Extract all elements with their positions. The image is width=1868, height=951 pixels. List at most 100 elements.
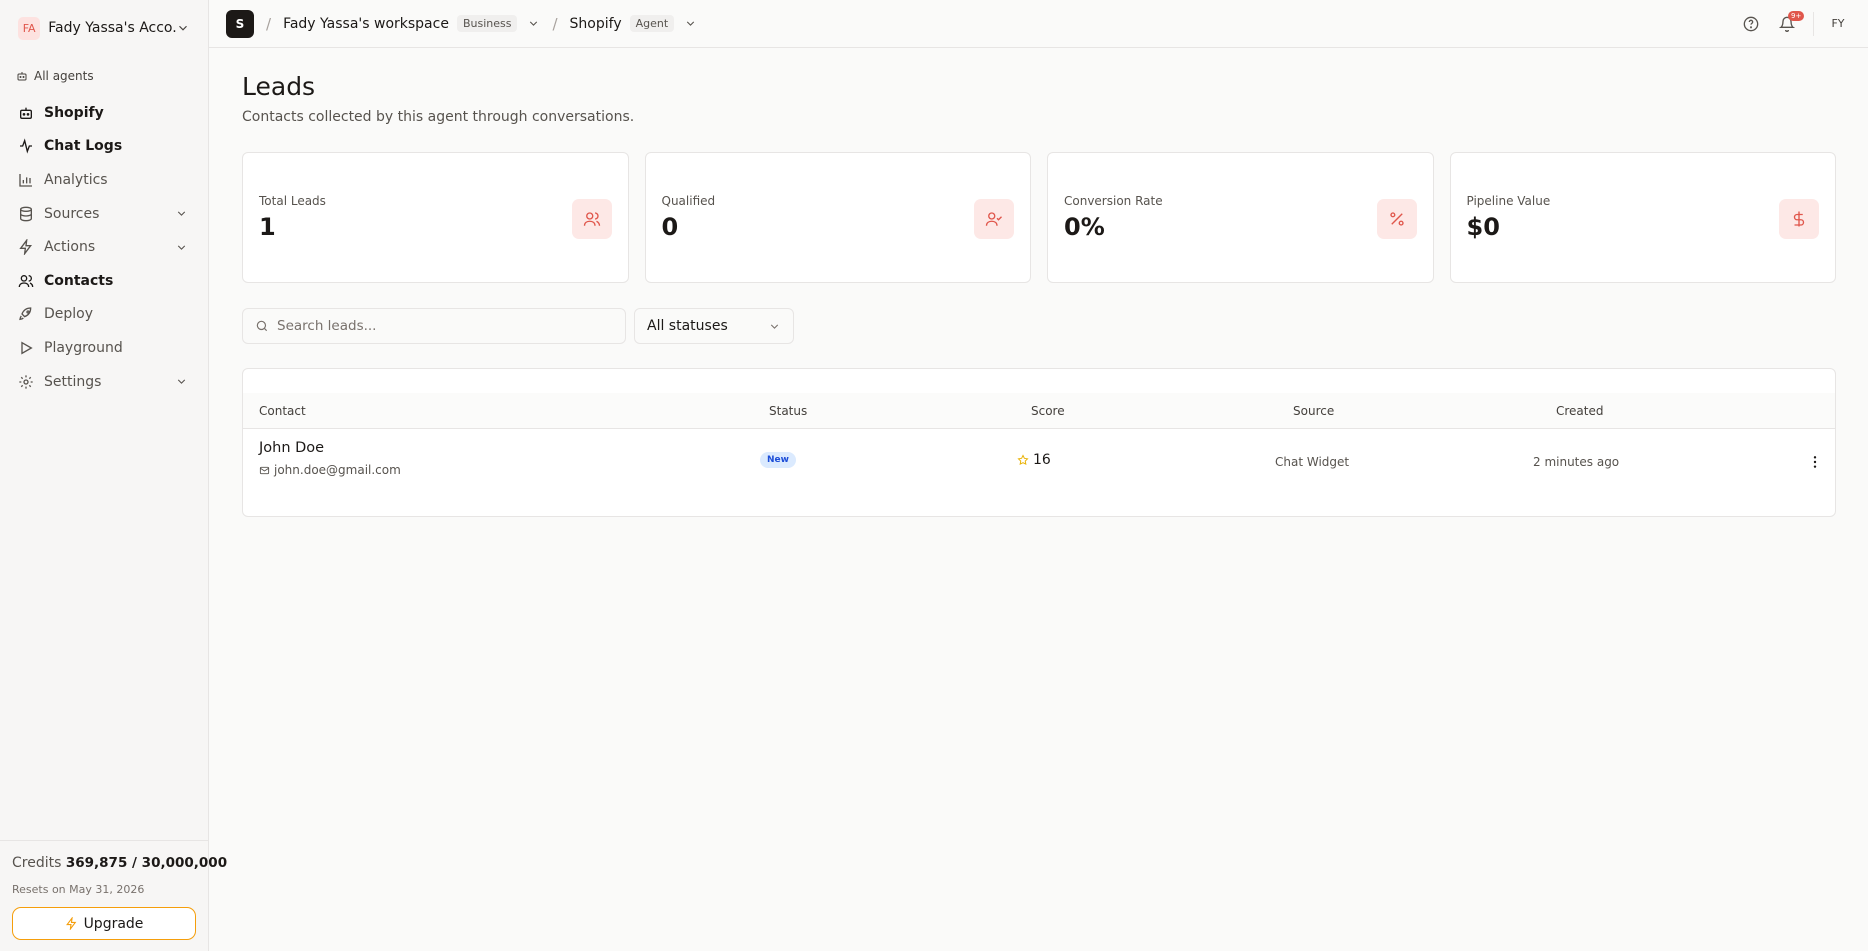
bot-icon (16, 70, 28, 82)
help-button[interactable] (1733, 6, 1769, 42)
chevron-down-icon (768, 320, 781, 333)
zap-icon (18, 239, 34, 256)
row-actions-button[interactable] (1803, 450, 1827, 474)
sidebar-item-label: Actions (44, 239, 96, 256)
user-check-icon (974, 199, 1014, 239)
stat-card-qualified: Qualified 0 (644, 152, 1031, 283)
leads-table: Contact Status Score Source Created John… (242, 368, 1836, 517)
play-icon (18, 340, 34, 356)
stat-label: Pipeline Value (1466, 194, 1551, 208)
stat-value: $0 (1466, 213, 1500, 241)
search-icon (255, 319, 269, 333)
column-header-status[interactable]: Status (769, 404, 807, 418)
users-icon (18, 273, 34, 289)
sidebar-item-actions[interactable]: Actions (0, 230, 208, 264)
breadcrumb-workspace[interactable]: Fady Yassa's workspace (283, 16, 449, 32)
stat-value: 0 (661, 213, 679, 241)
sidebar-nav: Shopify Chat Logs Analytics Sources Acti… (0, 96, 208, 398)
credits-label: Credits (12, 855, 62, 871)
zap-icon (65, 917, 78, 930)
top-bar-actions: 9+ FY (1733, 6, 1868, 42)
contact-email-line: john.doe@gmail.com (259, 463, 401, 477)
bot-icon (18, 105, 34, 121)
activity-icon (18, 138, 34, 154)
chevron-down-icon (175, 241, 188, 254)
column-header-contact[interactable]: Contact (259, 404, 306, 418)
column-header-source[interactable]: Source (1293, 404, 1334, 418)
upgrade-button[interactable]: Upgrade (12, 907, 196, 940)
sidebar-item-label: Chat Logs (44, 138, 123, 155)
credits-line: Credits 369,875 / 30,000,000 (12, 855, 227, 871)
lead-created: 2 minutes ago (1533, 455, 1620, 469)
divider (1813, 11, 1814, 36)
users-icon (571, 199, 612, 239)
sidebar-item-analytics[interactable]: Analytics (0, 163, 208, 197)
account-name: Fady Yassa's Acco... (48, 20, 176, 36)
account-switcher[interactable]: FA Fady Yassa's Acco... (18, 15, 190, 41)
credits-value: 369,875 / 30,000,000 (65, 855, 228, 871)
status-badge: New (760, 452, 796, 468)
status-filter-select[interactable]: All statuses (634, 308, 794, 344)
sidebar-item-label: Shopify (44, 104, 104, 121)
lead-score-value: 16 (1033, 452, 1051, 468)
column-header-created[interactable]: Created (1556, 404, 1604, 418)
upgrade-label: Upgrade (83, 915, 144, 932)
sidebar-item-label: Deploy (44, 306, 94, 323)
credits-panel: Credits 369,875 / 30,000,000 Resets on M… (0, 840, 227, 951)
breadcrumb-separator: / (266, 14, 272, 33)
credits-reset-date: Resets on May 31, 2026 (12, 883, 145, 896)
gear-icon (18, 374, 34, 390)
database-icon (18, 206, 34, 222)
chevron-down-icon[interactable] (684, 17, 697, 30)
workspace-logo[interactable]: S (226, 9, 254, 38)
sidebar-item-shopify[interactable]: Shopify (0, 96, 208, 130)
stat-label: Total Leads (259, 194, 326, 208)
column-header-score[interactable]: Score (1031, 404, 1065, 418)
page-subtitle: Contacts collected by this agent through… (242, 109, 635, 125)
stat-card-pipeline-value: Pipeline Value $0 (1449, 152, 1836, 283)
sidebar-item-contacts[interactable]: Contacts (0, 264, 208, 298)
sidebar-item-playground[interactable]: Playground (0, 331, 208, 365)
sidebar-item-label: Analytics (44, 171, 108, 188)
rocket-icon (18, 306, 34, 322)
workspace-plan-badge: Business (456, 15, 518, 32)
search-input[interactable] (277, 318, 607, 334)
stat-value: 1 (259, 213, 276, 241)
sidebar-item-chat-logs[interactable]: Chat Logs (0, 130, 208, 164)
stat-label: Conversion Rate (1064, 194, 1163, 208)
sidebar-item-deploy[interactable]: Deploy (0, 298, 208, 332)
help-icon (1743, 16, 1759, 32)
percent-icon (1376, 199, 1417, 239)
stat-card-total-leads: Total Leads 1 (242, 152, 629, 283)
sidebar-item-label: Playground (44, 339, 123, 356)
chevron-down-icon[interactable] (527, 17, 540, 30)
search-box (242, 308, 626, 344)
stats-cards: Total Leads 1 Qualified 0 Conversion Rat… (242, 152, 1836, 283)
mail-icon (259, 465, 270, 476)
all-agents-link[interactable]: All agents (16, 69, 94, 83)
all-agents-label: All agents (34, 69, 94, 83)
notification-count-badge: 9+ (1788, 10, 1805, 21)
contact-name: John Doe (259, 440, 325, 456)
table-row[interactable]: John Doe john.doe@gmail.com New 16 Chat … (243, 430, 1835, 494)
status-filter-value: All statuses (647, 318, 728, 334)
sidebar-item-label: Contacts (44, 272, 114, 289)
stat-label: Qualified (661, 194, 716, 208)
lead-score: 16 (1017, 452, 1051, 468)
lead-source: Chat Widget (1275, 455, 1350, 469)
sidebar: FA Fady Yassa's Acco... All agents Shopi… (0, 0, 227, 951)
sidebar-item-label: Settings (44, 373, 102, 390)
stat-card-conversion-rate: Conversion Rate 0% (1047, 152, 1434, 283)
contact-email: john.doe@gmail.com (274, 463, 401, 477)
chevron-down-icon (175, 207, 188, 220)
breadcrumb-agent[interactable]: Shopify (570, 16, 622, 32)
chevron-down-icon (175, 375, 188, 388)
user-avatar[interactable]: FY (1822, 8, 1854, 40)
notifications-button[interactable]: 9+ (1769, 6, 1805, 42)
sidebar-item-sources[interactable]: Sources (0, 197, 208, 231)
sidebar-item-label: Sources (44, 205, 100, 222)
table-header: Contact Status Score Source Created (243, 393, 1835, 429)
sidebar-item-settings[interactable]: Settings (0, 365, 208, 399)
dollar-icon (1779, 199, 1819, 239)
page-title: Leads (242, 72, 316, 101)
